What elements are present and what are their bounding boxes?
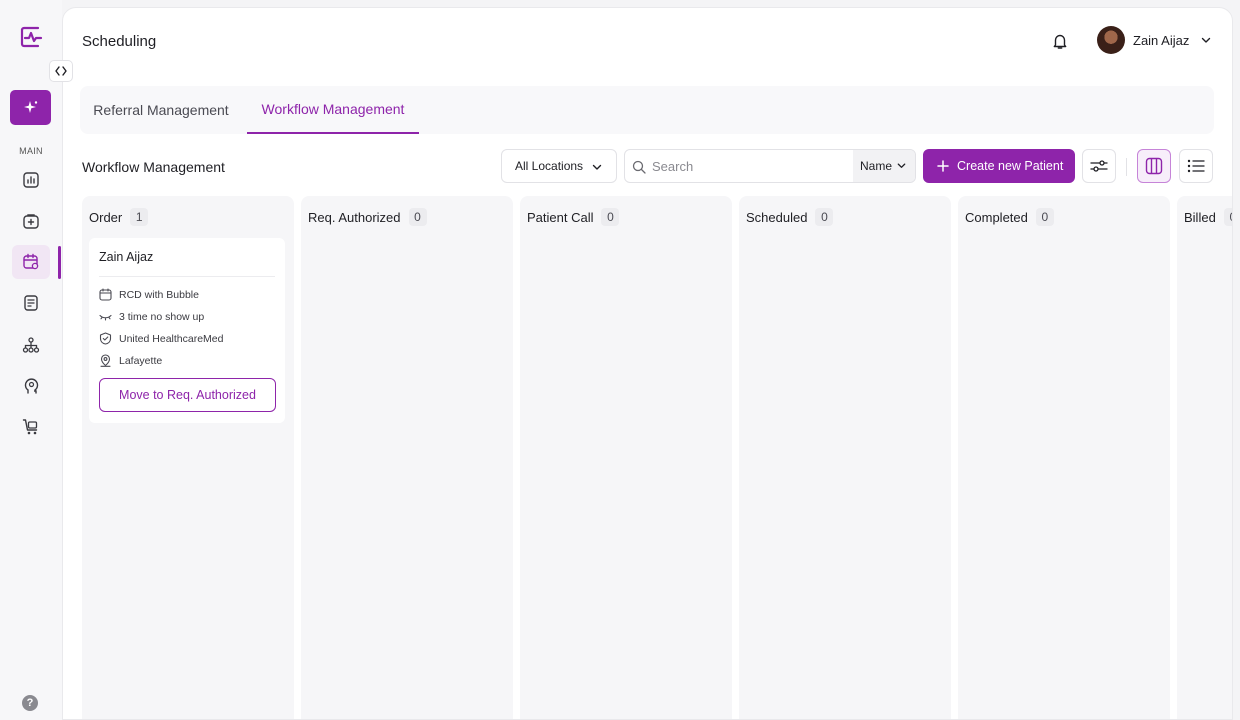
sparkle-icon bbox=[23, 100, 37, 113]
create-new-patient-button[interactable]: Create new Patient bbox=[923, 149, 1075, 183]
column-count-badge: 0 bbox=[601, 208, 620, 226]
column-header: Completed 0 bbox=[965, 208, 1054, 226]
active-nav-indicator bbox=[58, 246, 61, 279]
sidebar-item-analytics[interactable] bbox=[12, 163, 50, 197]
column-order: Order 1 Zain Aijaz RCD with Bubble 3 tim… bbox=[82, 196, 294, 719]
toolbar-divider bbox=[1126, 158, 1127, 176]
add-case-icon bbox=[23, 214, 39, 229]
sidebar-item-organization[interactable] bbox=[12, 328, 50, 362]
document-icon bbox=[24, 295, 38, 311]
column-title: Patient Call bbox=[527, 209, 594, 225]
sidebar: MAIN ? bbox=[0, 0, 62, 720]
chevron-down-icon[interactable] bbox=[1200, 34, 1212, 46]
column-count-badge: 1 bbox=[130, 208, 149, 226]
sidebar-item-add-case[interactable] bbox=[12, 204, 50, 238]
column-header: Billed 0 bbox=[1184, 208, 1232, 226]
location-pin-icon bbox=[100, 354, 111, 367]
code-brackets-icon bbox=[55, 66, 67, 76]
column-req-authorized: Req. Authorized 0 bbox=[301, 196, 513, 719]
cart-icon bbox=[22, 419, 38, 435]
shield-check-icon bbox=[99, 332, 112, 345]
head-icon bbox=[24, 378, 39, 394]
column-header: Scheduled 0 bbox=[746, 208, 834, 226]
card-appointment: RCD with Bubble bbox=[99, 288, 199, 301]
sidebar-item-mental-health[interactable] bbox=[12, 369, 50, 403]
search-field-select[interactable]: Name bbox=[853, 150, 915, 182]
card-location: Lafayette bbox=[99, 354, 162, 367]
search-box: Name bbox=[624, 149, 916, 183]
column-patient-call: Patient Call 0 bbox=[520, 196, 732, 719]
column-title: Scheduled bbox=[746, 209, 808, 225]
column-scheduled: Scheduled 0 bbox=[739, 196, 951, 719]
columns-icon bbox=[1145, 157, 1163, 175]
patient-card[interactable]: Zain Aijaz RCD with Bubble 3 time no sho… bbox=[89, 238, 285, 423]
sidebar-item-orders[interactable] bbox=[12, 410, 50, 444]
page-title: Scheduling bbox=[82, 33, 157, 50]
ai-assistant-button[interactable] bbox=[10, 90, 51, 125]
calendar-icon bbox=[23, 253, 39, 270]
logo-icon[interactable] bbox=[18, 24, 44, 50]
column-count-badge: 0 bbox=[1223, 208, 1232, 226]
sidebar-item-billing[interactable] bbox=[12, 286, 50, 320]
tab-workflow-management[interactable]: Workflow Management bbox=[247, 86, 419, 134]
filter-button[interactable] bbox=[1082, 149, 1116, 183]
patient-name: Zain Aijaz bbox=[99, 250, 154, 264]
column-header: Patient Call 0 bbox=[527, 208, 620, 226]
list-icon bbox=[1187, 159, 1205, 173]
column-count-badge: 0 bbox=[408, 208, 427, 226]
column-billed: Billed 0 bbox=[1177, 196, 1232, 719]
card-divider bbox=[99, 276, 275, 277]
column-title: Completed bbox=[965, 209, 1028, 225]
tab-referral-management[interactable]: Referral Management bbox=[80, 86, 242, 134]
chevron-down-icon bbox=[897, 163, 906, 168]
chevron-down-icon bbox=[592, 164, 602, 170]
location-select-value: All Locations bbox=[515, 159, 584, 173]
search-field-value: Name bbox=[860, 159, 893, 173]
search-input[interactable] bbox=[652, 150, 852, 182]
search-icon bbox=[632, 160, 646, 174]
column-header: Order 1 bbox=[89, 208, 149, 226]
hierarchy-icon bbox=[22, 337, 40, 353]
chart-icon bbox=[23, 172, 39, 188]
create-new-patient-label: Create new Patient bbox=[957, 159, 1064, 173]
column-count-badge: 0 bbox=[1035, 208, 1054, 226]
tab-bar: Referral Management Workflow Management bbox=[80, 86, 1214, 134]
avatar[interactable] bbox=[1097, 26, 1125, 54]
sidebar-section-label: MAIN bbox=[19, 146, 43, 156]
user-name[interactable]: Zain Aijaz bbox=[1133, 33, 1189, 48]
card-insurance: United HealthcareMed bbox=[99, 332, 223, 345]
help-icon[interactable]: ? bbox=[22, 695, 38, 711]
section-title: Workflow Management bbox=[82, 159, 225, 175]
column-completed: Completed 0 bbox=[958, 196, 1170, 719]
sidebar-item-scheduling[interactable] bbox=[12, 245, 50, 279]
main-panel: Scheduling Zain Aijaz Referral Managemen… bbox=[62, 7, 1233, 720]
column-header: Req. Authorized 0 bbox=[308, 208, 427, 226]
column-count-badge: 0 bbox=[815, 208, 834, 226]
bell-icon[interactable] bbox=[1051, 32, 1069, 50]
move-to-req-authorized-button[interactable]: Move to Req. Authorized bbox=[99, 378, 276, 412]
card-note: 3 time no show up bbox=[99, 310, 204, 323]
closed-eye-icon bbox=[99, 314, 112, 321]
column-title: Order bbox=[89, 209, 123, 225]
sliders-icon bbox=[1090, 160, 1108, 172]
board-view-button[interactable] bbox=[1137, 149, 1171, 183]
sidebar-collapse-toggle[interactable] bbox=[49, 60, 73, 82]
column-title: Req. Authorized bbox=[308, 209, 401, 225]
plus-icon bbox=[937, 160, 949, 172]
calendar-icon bbox=[99, 288, 112, 301]
location-select[interactable]: All Locations bbox=[501, 149, 617, 183]
column-title: Billed bbox=[1184, 209, 1216, 225]
list-view-button[interactable] bbox=[1179, 149, 1213, 183]
